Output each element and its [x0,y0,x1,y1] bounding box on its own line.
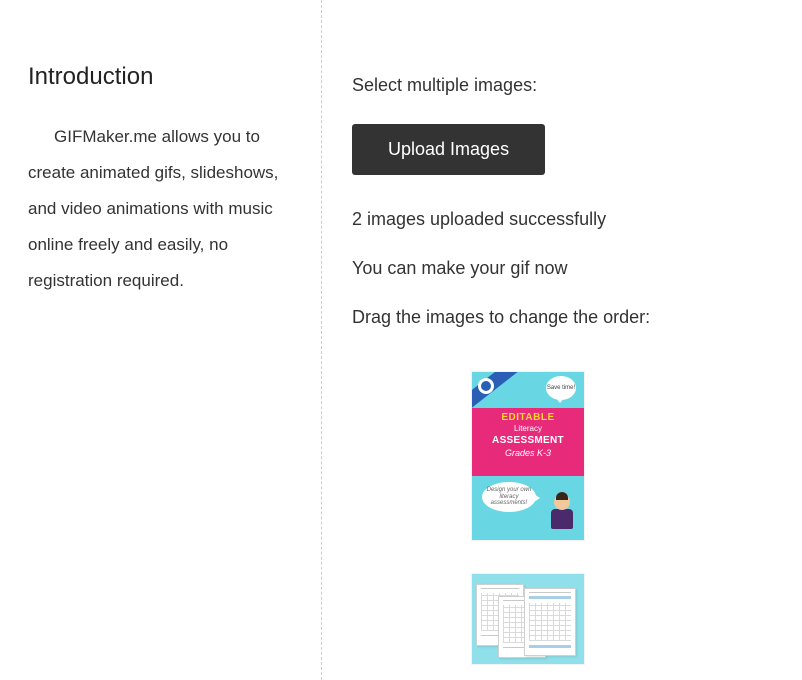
upload-status-count: 2 images uploaded successfully [352,209,772,230]
thumb-line: EDITABLE [472,412,584,423]
thumb-line: Grades K-3 [472,448,584,458]
intro-heading: Introduction [28,63,293,91]
drag-reorder-label: Drag the images to change the order: [352,307,772,328]
speech-bubble-icon: Save time! [546,376,576,400]
thumb-line: ASSESSMENT [472,435,584,446]
thumbnail-list: Save time! EDITABLE Literacy ASSESSMENT … [352,372,704,664]
thumbnail-caption: EDITABLE Literacy ASSESSMENT Grades K-3 [472,408,584,476]
upload-images-button[interactable]: Upload Images [352,124,545,175]
app-root: Introduction GIFMaker.me allows you to c… [0,0,802,680]
thumb-line: Literacy [472,424,584,433]
main-panel: Select multiple images: Upload Images 2 … [322,0,802,680]
thumbnail-item[interactable] [472,574,584,664]
person-icon [548,494,576,532]
thumbnail-item[interactable]: Save time! EDITABLE Literacy ASSESSMENT … [472,372,584,540]
sidebar-intro: Introduction GIFMaker.me allows you to c… [0,0,322,680]
document-icon [524,588,576,656]
logo-icon [478,378,494,394]
intro-paragraph: GIFMaker.me allows you to create animate… [28,119,293,299]
speech-bubble-icon: Design your own literacy assessments! [482,482,536,512]
upload-status-ready: You can make your gif now [352,258,772,279]
select-images-label: Select multiple images: [352,75,772,96]
